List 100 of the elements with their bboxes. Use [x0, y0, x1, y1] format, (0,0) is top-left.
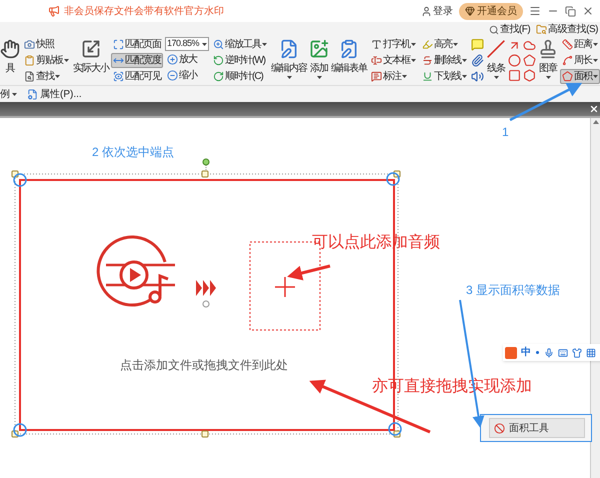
close-icon[interactable]	[589, 104, 599, 114]
ribbon-large-button[interactable]: 编辑表单	[331, 37, 367, 76]
ribbon-tool[interactable]: 标注	[369, 69, 418, 84]
skin-icon[interactable]	[572, 348, 582, 358]
megaphone-icon	[48, 5, 60, 17]
ribbon-tool[interactable]: 删除线	[420, 53, 469, 68]
scrollbar[interactable]	[590, 118, 600, 478]
square-icon[interactable]	[508, 69, 521, 82]
ribbon-tool[interactable]: 例	[0, 86, 17, 102]
find-link[interactable]: 查找(F)	[488, 22, 530, 37]
ribbon-large-button[interactable]: 具	[0, 37, 20, 76]
callout-icon	[371, 71, 382, 82]
ribbon-tool[interactable]: 剪贴板	[22, 53, 71, 68]
keyboard-icon[interactable]	[558, 348, 568, 358]
zoom-out-icon	[167, 70, 178, 81]
close-icon[interactable]	[582, 5, 594, 17]
note-icon[interactable]	[471, 38, 484, 51]
ribbon-tool[interactable]: 顺时针(C)	[211, 69, 269, 84]
area-tool-icon	[494, 422, 505, 434]
ribbon-large-button[interactable]: 线条	[486, 37, 506, 79]
circle-icon[interactable]	[508, 54, 521, 67]
watermark-notice: 非会员保存文件会带有软件官方水印	[64, 4, 224, 18]
ribbon-tool[interactable]: 面积	[560, 69, 600, 84]
small-circle-icon	[202, 300, 210, 308]
ribbon-tool[interactable]: 周长	[560, 53, 600, 68]
typewriter-icon	[371, 39, 382, 50]
ribbon-large-button[interactable]: 实际大小	[73, 37, 109, 76]
microphone-icon[interactable]	[544, 348, 554, 358]
resize-handle[interactable]	[202, 430, 208, 438]
folder-search-icon	[536, 24, 548, 35]
punctuation-icon[interactable]	[535, 350, 540, 355]
ribbon-tool[interactable]: 缩小	[165, 68, 209, 83]
ribbon-tool[interactable]: 快照	[22, 37, 71, 52]
edit-form-icon	[339, 39, 359, 59]
resize-handle[interactable]	[202, 170, 208, 178]
ribbon-tool[interactable]: 距离	[560, 37, 600, 52]
pointer-arrow	[287, 264, 330, 280]
ribbon-tool[interactable]: 匹配宽度	[111, 53, 163, 68]
polygon-icon[interactable]	[523, 69, 536, 82]
speaker-icon[interactable]	[471, 70, 484, 83]
ribbon-tool[interactable]: 逆时针(W)	[211, 53, 269, 68]
ribbon-tool[interactable]: 高亮	[420, 37, 469, 52]
login-button[interactable]: 登录	[421, 4, 453, 18]
ribbon-tool[interactable]: 下划线	[420, 69, 469, 84]
ribbon-tool[interactable]: 查找	[22, 69, 71, 84]
arrow-icon[interactable]	[508, 39, 521, 52]
vip-button[interactable]: 开通会员	[459, 2, 523, 20]
clipboard-icon	[24, 55, 35, 66]
restore-icon[interactable]	[565, 6, 576, 16]
ribbon-large-button[interactable]: 添加	[309, 37, 329, 79]
highlight-icon	[422, 39, 433, 50]
scroll-up-icon[interactable]	[592, 120, 598, 124]
ribbon-tool[interactable]: 匹配可见	[111, 69, 163, 84]
ribbon-tool[interactable]: 打字机	[369, 37, 418, 52]
area-tool-item[interactable]: 面积工具	[489, 418, 585, 438]
endpoint-marker[interactable]	[13, 423, 27, 437]
search-icon	[488, 24, 499, 34]
fit-visible-icon	[113, 71, 124, 82]
menu-icon[interactable]	[529, 5, 541, 17]
fit-width-icon	[113, 55, 124, 66]
drop-hint: 点击添加文件或拖拽文件到此处	[120, 357, 288, 374]
endpoint-marker[interactable]	[386, 172, 400, 186]
rotate-right-icon	[213, 71, 224, 82]
pentagon-icon[interactable]	[523, 54, 536, 67]
rotate-left-icon	[213, 55, 224, 66]
perimeter-icon	[562, 55, 573, 66]
zoom-field[interactable]: 170.85%	[165, 37, 209, 51]
ribbon-tool[interactable]: 缩放工具	[211, 37, 269, 52]
rotate-handle[interactable]	[202, 158, 210, 166]
ruler-icon	[562, 39, 573, 50]
input-mode[interactable]: 中	[521, 345, 531, 360]
user-icon	[421, 6, 432, 16]
input-method-logo-icon	[505, 346, 517, 358]
ribbon-large-button[interactable]: 编辑内容	[271, 37, 307, 79]
zoom-tool-icon	[213, 39, 224, 50]
audio-file-icon	[96, 236, 176, 306]
area-icon	[562, 71, 573, 82]
ribbon-tool[interactable]: 属性(P)...	[27, 86, 82, 102]
find-link[interactable]: 高级查找(S)	[536, 22, 598, 37]
fit-page-icon	[113, 39, 124, 50]
text-box-icon	[371, 55, 382, 66]
stamp-icon	[538, 39, 558, 59]
gem-icon	[465, 6, 475, 16]
zoom-in-icon	[167, 54, 178, 65]
grid-icon[interactable]	[586, 348, 596, 358]
cloud-icon[interactable]	[523, 39, 536, 52]
ribbon-tool[interactable]: 放大	[165, 52, 209, 67]
endpoint-marker[interactable]	[13, 173, 27, 187]
underline-icon	[422, 71, 433, 82]
ribbon-large-button[interactable]: 图章	[538, 37, 558, 79]
ribbon-tool[interactable]: 匹配页面	[111, 37, 163, 52]
fast-forward-icon	[196, 280, 216, 296]
hand-icon	[0, 39, 20, 59]
ribbon-tool[interactable]: 文本框	[369, 53, 418, 68]
endpoint-marker[interactable]	[388, 422, 402, 436]
add-image-icon	[309, 39, 329, 59]
properties-icon	[27, 88, 38, 100]
camera-icon	[24, 39, 35, 50]
paperclip-icon[interactable]	[471, 54, 484, 67]
edit-document-icon	[279, 39, 299, 59]
